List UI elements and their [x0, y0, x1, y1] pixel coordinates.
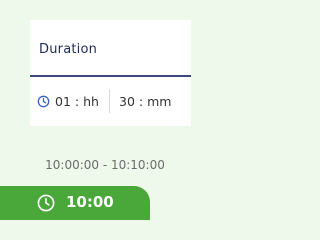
- clock-icon: [37, 95, 50, 108]
- duration-header: Duration: [30, 20, 191, 77]
- time-divider: [109, 89, 110, 113]
- selected-time-badge[interactable]: 10:00: [0, 186, 150, 220]
- badge-time-label: 10:00: [66, 193, 114, 211]
- hours-field[interactable]: 01 : hh: [55, 94, 99, 109]
- duration-widget: Duration 01 : hh 30 : mm 10:00:00 - 10:1…: [0, 0, 221, 220]
- minutes-field[interactable]: 30 : mm: [119, 94, 171, 109]
- duration-title: Duration: [39, 42, 98, 57]
- clock-icon: [37, 194, 55, 212]
- time-range-text: 10:00:00 - 10:10:00: [45, 158, 165, 172]
- duration-card: Duration 01 : hh 30 : mm: [30, 20, 191, 126]
- duration-time-row[interactable]: 01 : hh 30 : mm: [30, 77, 191, 124]
